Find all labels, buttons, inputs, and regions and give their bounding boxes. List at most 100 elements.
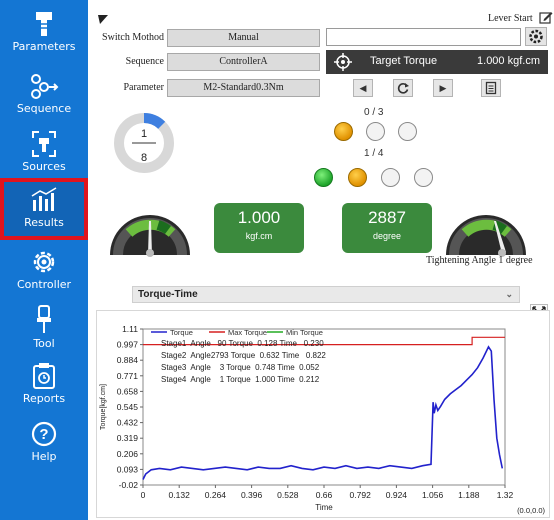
torque-gauge <box>110 215 190 257</box>
sidebar-item-label: Results <box>24 216 64 229</box>
sidebar-item-controller[interactable]: Controller <box>0 248 88 305</box>
y-tick-label: -0.02 <box>119 480 139 490</box>
torque-unit: kgf.cm <box>245 231 273 241</box>
refresh-button[interactable] <box>393 79 413 97</box>
y-tick-label: 1.11 <box>122 324 138 334</box>
crosshair-icon <box>334 53 352 71</box>
target-torque-label: Target Torque <box>370 55 438 67</box>
x-tick-label: 0.132 <box>169 490 191 500</box>
angle-unit: degree <box>372 231 402 241</box>
sidebar-item-parameters[interactable]: Parameters <box>0 10 88 67</box>
progress-arc <box>143 113 166 130</box>
gear-icon <box>33 251 55 273</box>
angle-gauge <box>446 215 526 257</box>
x-tick-label: 0 <box>141 490 146 500</box>
progress-denominator: 8 <box>140 152 148 164</box>
refresh-icon <box>397 83 409 94</box>
chart-svg: 1.11 0.997 0.884 0.771 0.658 0.545 0.432 0.319 0… <box>100 324 545 515</box>
torque-time-chart: 1.11 0.997 0.884 0.771 0.658 0.545 0.432 0.319 0… <box>96 310 550 518</box>
x-tick-label: 0.528 <box>277 490 299 500</box>
stage-count-top: 0 / 3 <box>364 107 384 118</box>
target-torque-value: 1.000 kgf.cm <box>477 55 540 67</box>
stage-annotation: Stage2 Angle2793 Torque 0.632 Time 0.822 <box>161 351 326 360</box>
main-panel: Lever Start Switch Mothod Manual Sequenc… <box>88 0 554 520</box>
angle-value: 2887 <box>368 208 406 227</box>
angle-readout-card: 2887 degree <box>342 203 432 253</box>
torque-readout-card: 1.000 kgf.cm <box>214 203 304 253</box>
y-tick-label: 0.997 <box>117 340 139 350</box>
x-tick-label: 0.66 <box>316 490 333 500</box>
parameter-label: Parameter <box>123 82 164 93</box>
y-tick-label: 0.093 <box>117 464 139 474</box>
sidebar-item-tool[interactable]: Tool <box>0 305 88 362</box>
stage-count-bottom: 1 / 4 <box>364 148 384 159</box>
x-tick-label: 1.32 <box>497 490 514 500</box>
chart-selector[interactable]: Torque-Time ⌄ <box>132 286 520 303</box>
sequence-icon <box>31 74 59 99</box>
parameter-field[interactable]: M2-Standard0.3Nm <box>167 79 320 97</box>
x-tick-label: 1.056 <box>422 490 444 500</box>
y-tick-label: 0.206 <box>117 449 139 459</box>
search-input[interactable] <box>326 28 521 46</box>
progress-ring <box>114 113 174 173</box>
y-tick-label: 0.884 <box>117 355 139 365</box>
sequence-label: Sequence <box>125 56 164 67</box>
wrench-icon <box>36 12 52 36</box>
progress-numerator: 1 <box>140 128 148 140</box>
legend-label: Min Torque <box>286 328 323 337</box>
sidebar-item-label: Parameters <box>12 40 76 53</box>
sidebar-item-sequence[interactable]: Sequence <box>0 72 88 129</box>
help-icon: ? <box>31 421 57 447</box>
chart-title: Torque-Time <box>138 289 198 300</box>
app-root: Parameters Sequence Sources Results Cont… <box>0 0 554 520</box>
origin-label: (0.0,0.0) <box>517 506 545 515</box>
legend-label: Torque <box>170 328 193 337</box>
x-tick-label: 1.188 <box>458 490 480 500</box>
x-tick-label: 0.264 <box>205 490 227 500</box>
bar-chart-icon <box>31 187 57 211</box>
sidebar: Parameters Sequence Sources Results Cont… <box>0 0 88 520</box>
switch-method-field[interactable]: Manual <box>167 29 320 47</box>
stage-indicator <box>398 122 417 141</box>
y-tick-label: 0.432 <box>117 418 139 428</box>
sidebar-item-label: Controller <box>16 278 72 291</box>
sidebar-item-reports[interactable]: Reports <box>0 362 88 419</box>
x-tick-label: 0.792 <box>350 490 372 500</box>
settings-button[interactable] <box>525 27 547 46</box>
document-icon <box>485 81 497 95</box>
next-button[interactable]: ▶ <box>433 79 453 97</box>
stage-annotation: Stage1 Angle 90 Torque 0.128 Time 0.230 <box>161 339 324 348</box>
y-tick-label: 0.545 <box>117 402 139 412</box>
sources-icon <box>32 131 56 157</box>
torque-value: 1.000 <box>237 208 281 227</box>
sequence-field[interactable]: ControllerA <box>167 53 320 71</box>
x-tick-label: 0.924 <box>386 490 408 500</box>
sidebar-item-label: Reports <box>22 392 66 405</box>
stage-annotation: Stage3 Angle 3 Torque 0.748 Time 0.052 <box>161 363 320 372</box>
switch-method-label: Switch Mothod <box>102 32 164 43</box>
legend-label: Max Torque <box>228 328 267 337</box>
stage-indicator <box>366 122 385 141</box>
sidebar-item-label: Tool <box>33 337 55 350</box>
edit-icon[interactable] <box>539 10 553 24</box>
sidebar-item-label: Sequence <box>16 102 72 115</box>
stage-indicator <box>381 168 400 187</box>
stage-indicator-active <box>348 168 367 187</box>
stage-indicator-done <box>314 168 333 187</box>
target-torque-bar: Target Torque 1.000 kgf.cm <box>326 50 548 74</box>
lever-start-label: Lever Start <box>488 13 533 24</box>
sidebar-item-label: Sources <box>22 160 66 173</box>
clipboard-icon <box>33 363 55 389</box>
svg-text:?: ? <box>39 426 48 443</box>
document-button[interactable] <box>481 79 501 97</box>
stage-indicator-active <box>334 122 353 141</box>
sidebar-item-results[interactable]: Results <box>0 178 88 240</box>
stage-indicator <box>414 168 433 187</box>
chevron-down-icon: ⌄ <box>505 289 513 299</box>
y-tick-label: 0.319 <box>117 433 139 443</box>
sidebar-item-help[interactable]: ? Help <box>0 420 88 477</box>
tightening-angle-label: Tightening Angle 1 degree <box>426 255 533 266</box>
x-axis-label: Time <box>315 503 333 512</box>
previous-button[interactable]: ◀ <box>353 79 373 97</box>
x-tick-label: 0.396 <box>241 490 263 500</box>
